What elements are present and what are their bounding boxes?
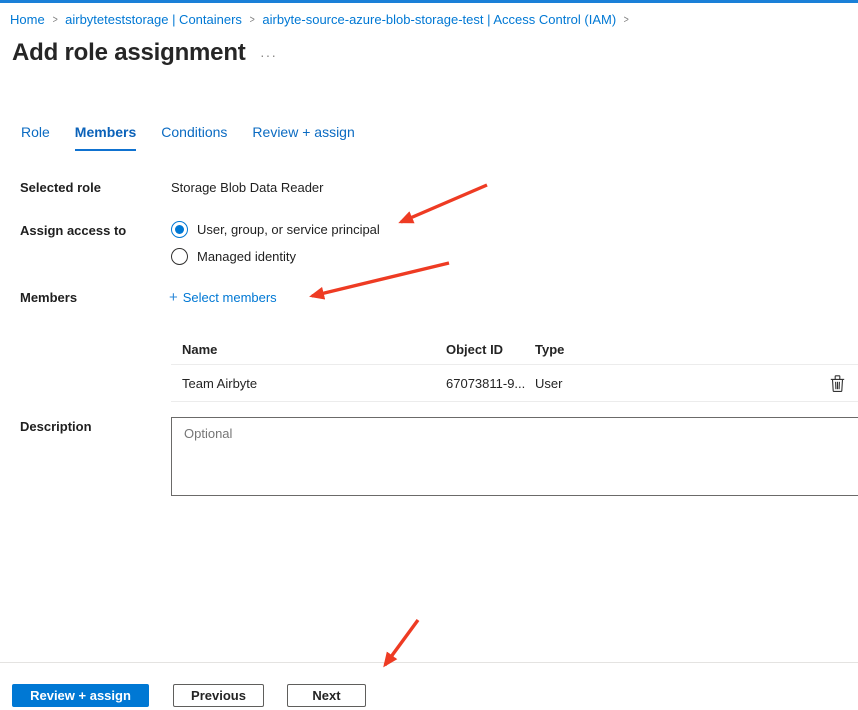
next-button[interactable]: Next — [287, 684, 366, 707]
tab-bar: Role Members Conditions Review + assign — [21, 124, 355, 151]
annotation-arrow-next — [385, 620, 418, 665]
more-options-icon[interactable]: ··· — [260, 47, 277, 63]
review-assign-button[interactable]: Review + assign — [12, 684, 149, 707]
footer-divider — [0, 662, 858, 663]
radio-managed-identity[interactable]: Managed identity — [171, 248, 296, 265]
breadcrumb-separator-icon: > — [250, 14, 255, 26]
trash-icon — [830, 375, 845, 392]
description-input[interactable] — [171, 417, 858, 496]
annotation-arrow-select-members — [312, 263, 449, 296]
breadcrumb-separator-icon: > — [52, 14, 57, 26]
radio-option-label: User, group, or service principal — [197, 222, 380, 237]
tab-members[interactable]: Members — [75, 124, 136, 151]
selected-role-value: Storage Blob Data Reader — [171, 180, 323, 195]
selected-role-label: Selected role — [20, 180, 101, 195]
add-role-assignment-page: Home > airbyteteststorage | Containers >… — [0, 0, 858, 710]
breadcrumb-home[interactable]: Home — [10, 12, 45, 27]
table-row: Team Airbyte 67073811-9... User — [171, 365, 858, 402]
breadcrumb-access-control[interactable]: airbyte-source-azure-blob-storage-test |… — [262, 12, 616, 27]
tab-role[interactable]: Role — [21, 124, 50, 151]
select-members-link[interactable]: + Select members — [169, 289, 277, 306]
member-type-cell: User — [535, 376, 795, 391]
annotation-arrow-assign-access — [401, 185, 487, 222]
tab-review-assign[interactable]: Review + assign — [252, 124, 354, 151]
table-header-row: Name Object ID Type — [171, 335, 858, 365]
description-label: Description — [20, 419, 92, 434]
member-name-cell: Team Airbyte — [171, 376, 446, 391]
tab-conditions[interactable]: Conditions — [161, 124, 227, 151]
breadcrumb-separator-icon: > — [624, 14, 629, 26]
page-title: Add role assignment — [12, 39, 246, 67]
previous-button[interactable]: Previous — [173, 684, 264, 707]
plus-icon: + — [169, 289, 178, 306]
members-table: Name Object ID Type Team Airbyte 6707381… — [171, 335, 858, 402]
select-members-label: Select members — [183, 290, 277, 305]
column-header-object-id: Object ID — [446, 342, 535, 357]
column-header-type: Type — [535, 342, 795, 357]
breadcrumb-storage-containers[interactable]: airbyteteststorage | Containers — [65, 12, 242, 27]
column-header-name: Name — [171, 342, 446, 357]
members-label: Members — [20, 290, 77, 305]
radio-user-group-service-principal[interactable]: User, group, or service principal — [171, 221, 380, 238]
radio-unselected-icon — [171, 248, 188, 265]
assign-access-to-label: Assign access to — [20, 223, 126, 238]
remove-member-button[interactable] — [830, 375, 845, 392]
member-object-id-cell: 67073811-9... — [446, 376, 535, 391]
radio-option-label: Managed identity — [197, 249, 296, 264]
radio-selected-icon — [171, 221, 188, 238]
breadcrumb: Home > airbyteteststorage | Containers >… — [10, 12, 630, 27]
